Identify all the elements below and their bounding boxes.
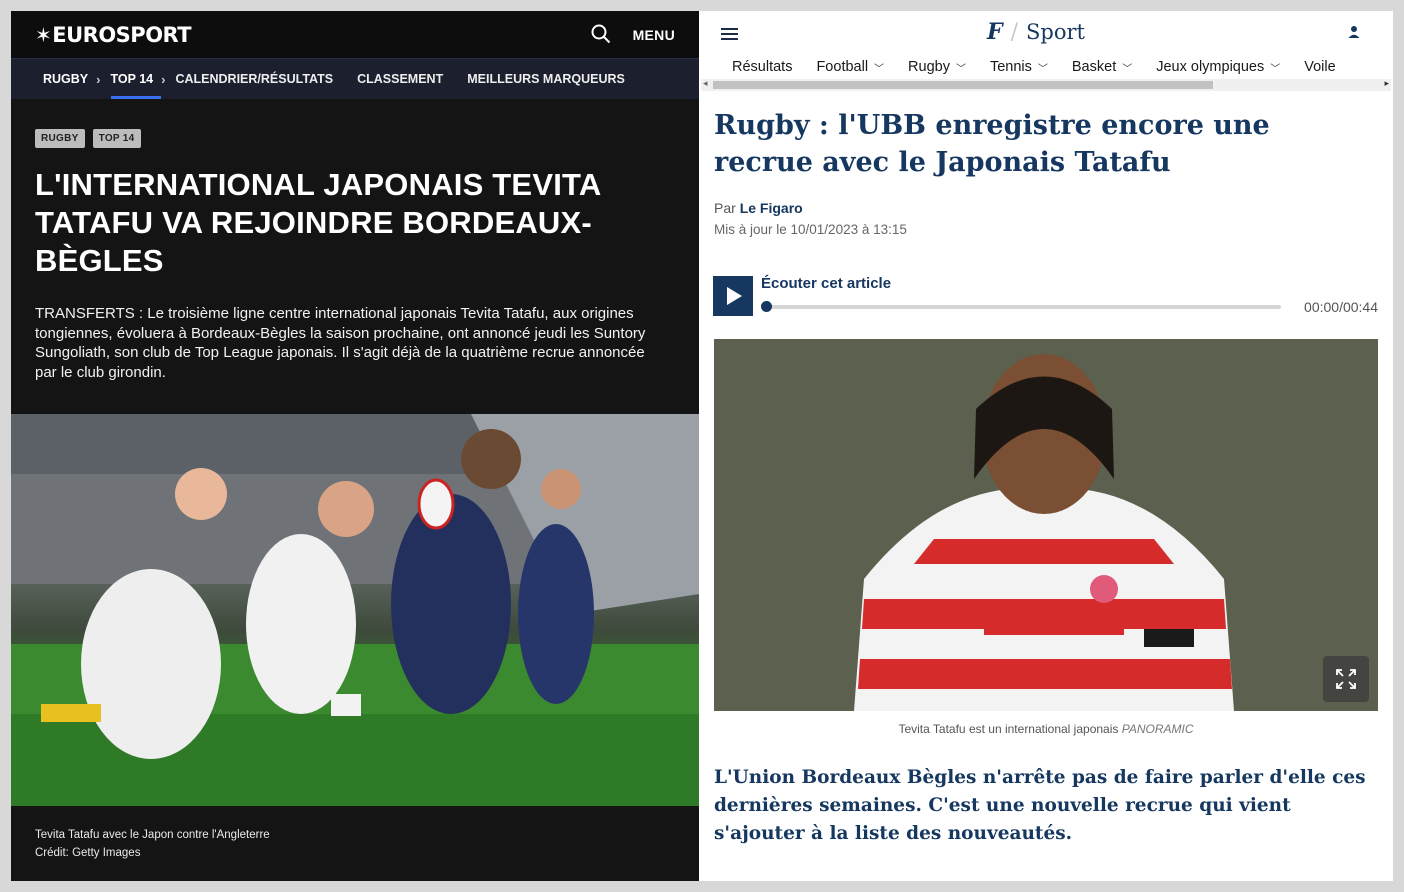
nav-jeux-olympiques-label: Jeux olympiques [1156,59,1265,75]
chevron-right-icon: › [161,71,166,87]
eurosport-header: ✶ EUROSPORT MENU [11,11,699,58]
chevron-down-icon: ﹀ [955,63,966,75]
article-photo [11,414,699,806]
photo-credit: Crédit: Getty Images [35,847,141,859]
eurosport-logo-text: EUROSPORT [52,22,192,47]
article-tags: RUGBY TOP 14 [11,99,699,148]
audio-time: 00:00/00:44 [1304,299,1378,315]
chevron-down-icon: ﹀ [874,63,885,75]
nav-jeux-olympiques[interactable]: Jeux olympiques ﹀ [1156,59,1280,75]
brand-divider: / [1010,19,1019,45]
hamburger-menu-icon[interactable] [721,28,738,43]
nav-rugby[interactable]: Rugby ﹀ [908,59,966,75]
nav-basket-label: Basket [1071,59,1117,75]
screenshot-frame: ✶ EUROSPORT MENU RUGBY › TOP 14 › CALEND… [0,0,1404,892]
updated-date: Mis à jour le 10/01/2023 à 13:15 [714,222,907,237]
author-link[interactable]: Le Figaro [740,200,803,216]
nav-resultats-label: Résultats [732,59,793,75]
tag-top14[interactable]: TOP 14 [92,129,141,148]
breadcrumb-rugby-label: RUGBY [43,72,89,86]
nav-calendrier[interactable]: CALENDRIER/RÉSULTATS [175,59,333,99]
chevron-down-icon: ﹀ [1270,63,1281,75]
nav-football-label: Football [816,59,869,75]
player-portrait-illustration [714,339,1378,711]
nav-basket[interactable]: Basket ﹀ [1072,59,1132,75]
figaro-logo-icon: F [987,19,1003,45]
photo-caption-text: Tevita Tatafu est un international japon… [898,722,1119,736]
eurosport-star-icon: ✶ [35,22,52,47]
eurosport-logo[interactable]: ✶ EUROSPORT [35,22,192,47]
figaro-page: F / Sport Résultats Football ﹀ Rugby ﹀ Ten… [699,11,1393,881]
byline-prefix: Par [714,200,736,216]
article-photo [714,339,1378,711]
article-title: L'INTERNATIONAL JAPONAIS TEVITA TATAFU V… [35,167,601,278]
byline: Par Le Figaro [714,200,803,216]
scroll-right-arrow-icon[interactable]: ▸ [1384,78,1389,89]
audio-player: Écouter cet article 00:00/00:44 [713,275,1378,319]
nav-meilleurs-marqueurs[interactable]: MEILLEURS MARQUEURS [467,59,625,99]
breadcrumb-rugby[interactable]: RUGBY › [43,59,111,99]
nav-voile[interactable]: Voile [1304,59,1335,75]
menu-button[interactable]: MENU [633,27,675,43]
chevron-down-icon: ﹀ [1037,63,1048,75]
scroll-left-arrow-icon[interactable]: ◂ [703,78,708,89]
nav-classement[interactable]: CLASSEMENT [357,59,443,99]
audio-label: Écouter cet article [761,275,892,292]
tag-rugby[interactable]: RUGBY [35,129,85,148]
nav-voile-label: Voile [1304,59,1336,75]
nav-resultats[interactable]: Résultats [732,59,792,75]
play-button[interactable] [713,276,753,316]
nav-tennis[interactable]: Tennis ﹀ [990,59,1048,75]
user-account-icon[interactable] [1347,25,1361,44]
figaro-brand[interactable]: F / Sport [987,19,1085,45]
photo-caption-text: Tevita Tatafu avec le Japon contre l'Ang… [35,829,270,841]
eurosport-page: ✶ EUROSPORT MENU RUGBY › TOP 14 › CALEND… [11,11,699,881]
expand-icon [1336,669,1356,689]
rugby-action-illustration [11,414,699,806]
chevron-down-icon: ﹀ [1122,63,1133,75]
nav-tennis-label: Tennis [989,59,1032,75]
nav-horizontal-scrollbar[interactable]: ◂ ▸ [701,78,1391,91]
article-title: Rugby : l'UBB enregistre encore une recr… [714,110,1270,178]
figaro-section-nav: Résultats Football ﹀ Rugby ﹀ Tennis ﹀ Baske… [699,55,1393,79]
article-lead: TRANSFERTS : Le troisième ligne centre i… [35,305,646,381]
article-lead: L'Union Bordeaux Bègles n'arrête pas de … [714,767,1366,844]
section-name: Sport [1026,20,1085,44]
eurosport-nav: RUGBY › TOP 14 › CALENDRIER/RÉSULTATS CL… [11,58,699,99]
audio-progress-track[interactable] [761,301,1281,312]
chevron-right-icon: › [96,71,101,87]
nav-rugby-label: Rugby [908,59,950,75]
audio-progress-knob[interactable] [761,301,772,312]
figaro-header: F / Sport [699,11,1393,55]
nav-football[interactable]: Football ﹀ [816,59,884,75]
breadcrumb-top14-label: TOP 14 [110,72,154,86]
search-icon[interactable] [591,24,613,46]
expand-image-button[interactable] [1323,656,1369,702]
photo-credit: PANORAMIC [1121,722,1194,736]
photo-caption: Tevita Tatafu est un international japon… [714,722,1378,736]
breadcrumb-top14[interactable]: TOP 14 › [110,59,176,99]
photo-caption: Tevita Tatafu avec le Japon contre l'Ang… [35,826,270,862]
scrollbar-thumb[interactable] [713,81,1213,89]
